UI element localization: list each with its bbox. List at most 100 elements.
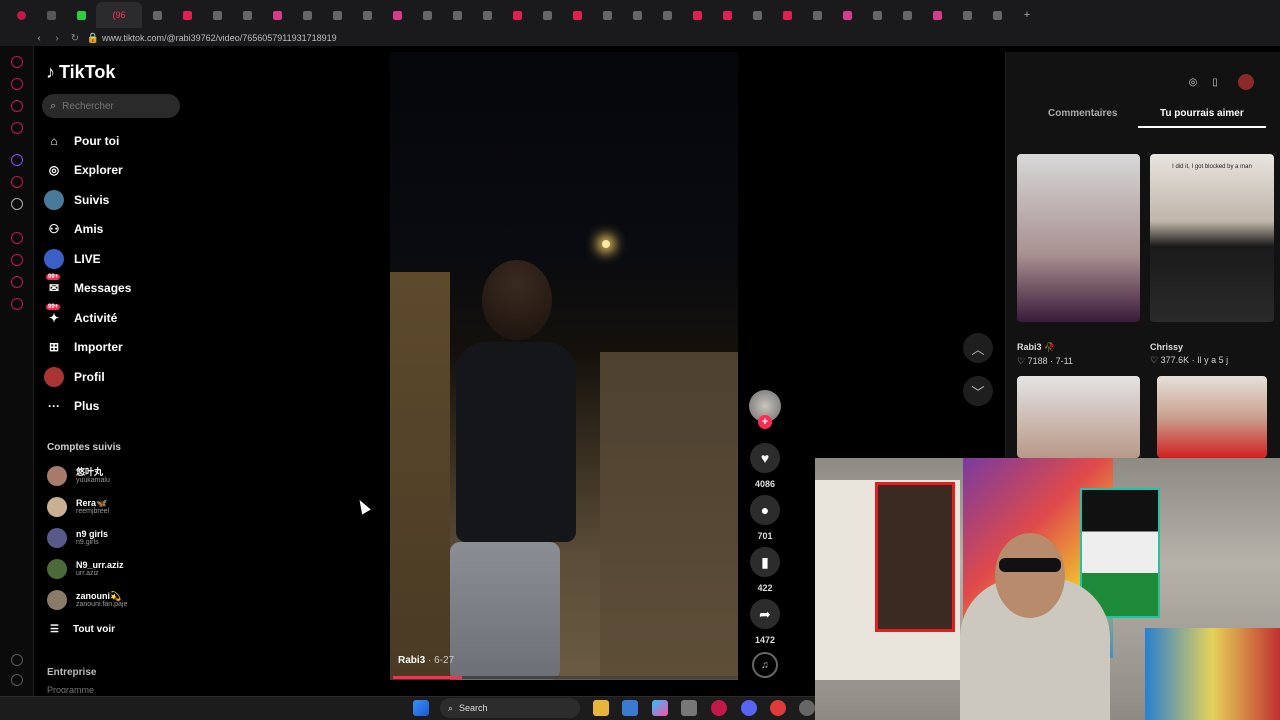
sidebar-icon[interactable] — [11, 254, 23, 266]
device-icon[interactable]: ▯ — [1207, 74, 1223, 90]
comment-action[interactable]: ● 701 — [749, 495, 781, 541]
tab-item[interactable] — [502, 2, 532, 28]
tab-item[interactable] — [532, 2, 562, 28]
nav-item-messages[interactable]: ✉ 99+ Messages — [44, 274, 131, 299]
tab-item[interactable] — [172, 2, 202, 28]
suggested-thumbnail[interactable]: I did it, I got blocked by a man — [1150, 154, 1274, 322]
tab-item[interactable] — [772, 2, 802, 28]
nav-item-suivis[interactable]: Suivis — [44, 189, 109, 211]
tab-item[interactable] — [562, 2, 592, 28]
sidebar-icon[interactable] — [11, 176, 23, 188]
tiktok-logo[interactable]: ♪ TikTok — [46, 62, 115, 83]
store-icon[interactable] — [622, 700, 638, 716]
tab-item[interactable] — [472, 2, 502, 28]
tab-item[interactable] — [952, 2, 982, 28]
tab-item[interactable] — [892, 2, 922, 28]
next-video-button[interactable]: ﹀ — [963, 376, 993, 406]
settings-icon[interactable] — [11, 298, 23, 310]
previous-video-button[interactable]: ︿ — [963, 333, 993, 363]
tab-item[interactable] — [592, 2, 622, 28]
footer-programme[interactable]: Programme — [47, 685, 94, 693]
followed-account[interactable]: Rera🦋 reemjbreel — [47, 494, 109, 520]
copilot-icon[interactable] — [652, 700, 668, 716]
app-icon[interactable] — [770, 700, 786, 716]
calculator-icon[interactable] — [681, 700, 697, 716]
sidebar-icon[interactable] — [11, 78, 23, 90]
tab-item[interactable] — [682, 2, 712, 28]
tab-item[interactable] — [36, 2, 66, 28]
tab-item[interactable] — [742, 2, 772, 28]
tab-item[interactable] — [142, 2, 172, 28]
tab-item[interactable] — [862, 2, 892, 28]
nav-item-importer[interactable]: ⊞ Importer — [44, 336, 123, 358]
file-explorer-icon[interactable] — [593, 700, 609, 716]
footer-entreprise[interactable]: Entreprise — [47, 667, 96, 678]
tab-item[interactable] — [622, 2, 652, 28]
tab-item[interactable] — [202, 2, 232, 28]
nav-item-amis[interactable]: ⚇ Amis — [44, 218, 104, 240]
save-action[interactable]: ▮ 422 — [749, 547, 781, 593]
sidebar-icon[interactable] — [11, 122, 23, 134]
followed-account[interactable]: N9_urr.aziz urr.aziz — [47, 556, 124, 582]
tab-suggested[interactable]: Tu pourrais aimer — [1160, 108, 1244, 119]
video-caption[interactable]: Rabi3 · 6-27 — [398, 655, 454, 666]
sidebar-icon[interactable] — [11, 56, 23, 68]
reload-icon[interactable]: ↻ — [66, 33, 84, 44]
tab-item[interactable] — [322, 2, 352, 28]
tab-item[interactable] — [382, 2, 412, 28]
followed-account[interactable]: zanouni💫 zanouni.fan.paje — [47, 587, 127, 613]
more-icon[interactable] — [11, 674, 23, 686]
forward-icon[interactable]: › — [48, 33, 66, 44]
sidebar-icon[interactable] — [11, 276, 23, 288]
share-icon[interactable]: ➦ — [750, 599, 780, 629]
sidebar-icon[interactable] — [11, 232, 23, 244]
opera-menu-icon[interactable] — [6, 2, 36, 28]
tab-item[interactable] — [412, 2, 442, 28]
sidebar-icon[interactable] — [11, 100, 23, 112]
tab-item[interactable] — [832, 2, 862, 28]
nav-item-plus[interactable]: ··· Plus — [44, 395, 99, 417]
like-action[interactable]: ♥ 4086 — [749, 443, 781, 489]
tab-item[interactable] — [922, 2, 952, 28]
tab-item[interactable] — [232, 2, 262, 28]
app-icon[interactable] — [799, 700, 815, 716]
tab-item[interactable] — [292, 2, 322, 28]
back-icon[interactable]: ‹ — [30, 33, 48, 44]
x-icon[interactable] — [11, 198, 23, 210]
avatar[interactable] — [1238, 74, 1254, 90]
search-input[interactable] — [62, 100, 163, 112]
music-disc-icon[interactable]: ♫ — [752, 652, 778, 678]
see-all-button[interactable]: ☰ Tout voir — [50, 624, 115, 635]
comment-icon[interactable]: ● — [750, 495, 780, 525]
nav-item-pour-toi[interactable]: ⌂ Pour toi — [44, 130, 119, 152]
tab-item[interactable] — [352, 2, 382, 28]
taskbar-search[interactable]: ⌕ Search — [440, 698, 580, 718]
followed-account[interactable]: n9 girls n9.girls — [47, 525, 108, 551]
tab-item[interactable] — [262, 2, 292, 28]
heart-icon[interactable]: ♥ — [750, 443, 780, 473]
nav-item-profil[interactable]: Profil — [44, 366, 105, 388]
bookmark-icon[interactable]: ▮ — [750, 547, 780, 577]
share-action[interactable]: ➦ 1472 — [749, 599, 781, 645]
url-text[interactable]: www.tiktok.com/@rabi39762/video/76560579… — [102, 33, 337, 43]
tab-active[interactable]: (96 — [96, 2, 142, 28]
nav-item-explorer[interactable]: ◎ Explorer — [44, 159, 123, 181]
video-progress-bar[interactable] — [393, 676, 737, 679]
followed-account[interactable]: 悠叶丸 yuukamalu — [47, 463, 110, 489]
video-player[interactable] — [390, 52, 738, 680]
suggested-thumbnail[interactable] — [1017, 376, 1140, 458]
suggested-thumbnail[interactable] — [1157, 376, 1267, 458]
compass-icon[interactable]: ◎ — [1185, 74, 1201, 90]
windows-start-icon[interactable] — [413, 700, 429, 716]
nav-item-live[interactable]: LIVE — [44, 248, 101, 270]
tab-item[interactable] — [982, 2, 1012, 28]
discord-icon[interactable] — [741, 700, 757, 716]
suggested-thumbnail[interactable] — [1017, 154, 1140, 322]
opera-icon[interactable] — [711, 700, 727, 716]
tab-item[interactable] — [652, 2, 682, 28]
tab-item[interactable] — [66, 2, 96, 28]
twitch-icon[interactable] — [11, 154, 23, 166]
tab-item[interactable] — [802, 2, 832, 28]
tab-item[interactable] — [442, 2, 472, 28]
nav-item-activite[interactable]: ✦ 99+ Activité — [44, 304, 117, 329]
